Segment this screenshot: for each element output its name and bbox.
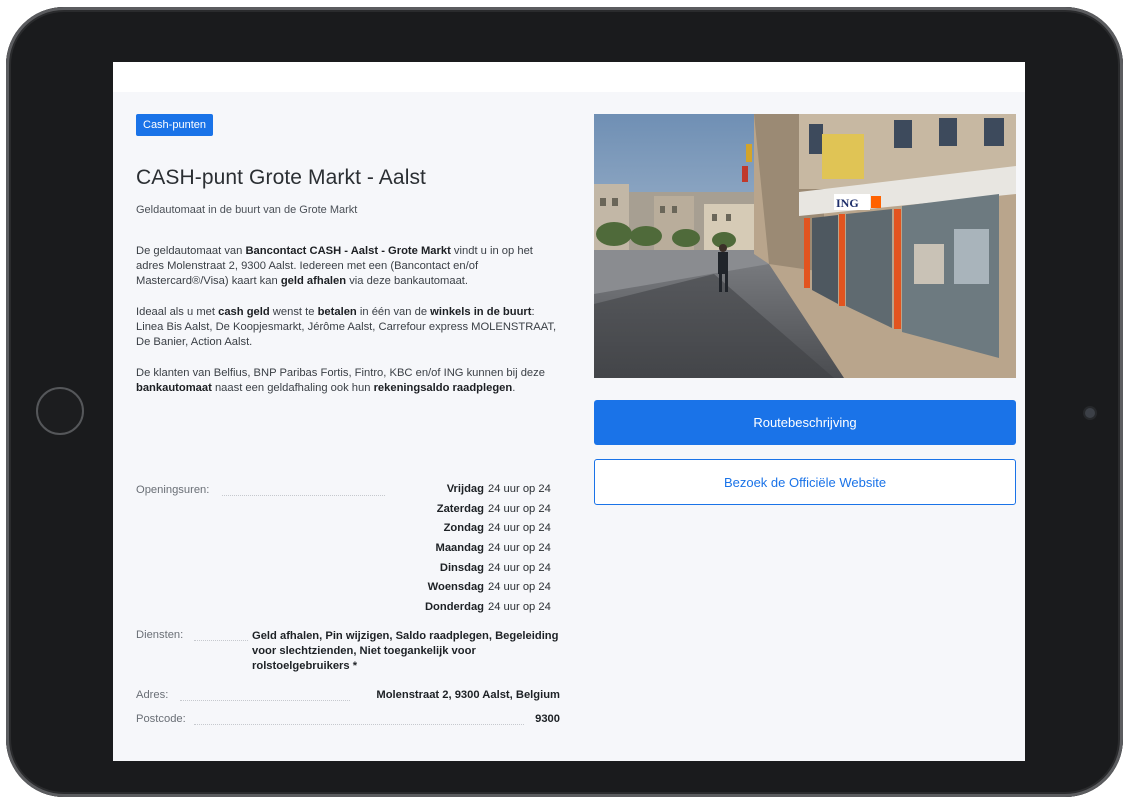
opening-hours-label: Openingsuren: bbox=[136, 484, 210, 496]
hours-line: Woensdag 24 uur op 24 bbox=[390, 578, 560, 598]
address-label: Adres: bbox=[136, 689, 169, 701]
hours-line: Vrijdag 24 uur op 24 bbox=[390, 480, 560, 500]
screen: Cash-punten CASH-punt Grote Markt - Aals… bbox=[113, 62, 1025, 761]
address-value: Molenstraat 2, 9300 Aalst, Belgium bbox=[376, 689, 560, 701]
text: De klanten van Belfius, BNP Paribas Fort… bbox=[136, 367, 545, 379]
bold-text: betalen bbox=[317, 306, 357, 318]
day-label: Maandag bbox=[435, 542, 485, 555]
text: via deze bankautomaat. bbox=[346, 275, 469, 287]
hours-value: 24 uur op 24 bbox=[488, 581, 551, 594]
page-subtitle: Geldautomaat in de buurt van de Grote Ma… bbox=[136, 204, 358, 216]
text: wenst te bbox=[269, 306, 318, 318]
hours-value: 24 uur op 24 bbox=[488, 542, 551, 555]
description-paragraph-3: De klanten van Belfius, BNP Paribas Fort… bbox=[136, 366, 560, 396]
hours-line: Dinsdag 24 uur op 24 bbox=[390, 559, 560, 579]
postcode-label: Postcode: bbox=[136, 713, 186, 725]
camera-dot bbox=[1085, 408, 1095, 418]
bold-text: rekeningsaldo raadplegen bbox=[373, 382, 513, 394]
services-value: Geld afhalen, Pin wijzigen, Saldo raadpl… bbox=[252, 630, 559, 672]
text: De geldautomaat van bbox=[136, 245, 246, 257]
leader-dots bbox=[180, 700, 350, 701]
media-column: ING Routebeschrijving Bezoek de Officiël… bbox=[594, 114, 1016, 505]
day-label: Zondag bbox=[443, 522, 484, 535]
leader-dots bbox=[222, 495, 385, 496]
hours-value: 24 uur op 24 bbox=[488, 502, 551, 515]
postcode-row: Postcode: 9300 bbox=[136, 713, 560, 735]
bold-text: winkels in de buurt bbox=[430, 306, 532, 318]
services-row: Diensten: Geld afhalen, Pin wijzigen, Sa… bbox=[136, 629, 560, 689]
info-table: Openingsuren: Vrijdag 24 uur op 24 Zaterd… bbox=[136, 480, 560, 735]
tablet-frame: Cash-punten CASH-punt Grote Markt - Aals… bbox=[6, 7, 1123, 797]
home-button[interactable] bbox=[36, 387, 84, 435]
hours-value: 24 uur op 24 bbox=[488, 561, 551, 574]
category-badge[interactable]: Cash-punten bbox=[136, 114, 213, 136]
description-paragraph-1: De geldautomaat van Bancontact CASH - Aa… bbox=[136, 244, 560, 289]
text: naast een geldafhaling ook hun bbox=[211, 382, 374, 394]
bold-text: cash geld bbox=[218, 306, 270, 318]
hours-line: Zondag 24 uur op 24 bbox=[390, 519, 560, 539]
street-scene-illustration: ING bbox=[594, 114, 1016, 378]
opening-hours-list: Vrijdag 24 uur op 24 Zaterdag 24 uur op 24… bbox=[390, 480, 560, 618]
leader-dots bbox=[194, 640, 248, 641]
content-column: Cash-punten CASH-punt Grote Markt - Aals… bbox=[136, 114, 560, 396]
hours-line: Maandag 24 uur op 24 bbox=[390, 539, 560, 559]
day-label: Donderdag bbox=[424, 601, 484, 614]
hours-value: 24 uur op 24 bbox=[488, 522, 551, 535]
hours-line: Zaterdag 24 uur op 24 bbox=[390, 500, 560, 520]
bank-sign-text: ING bbox=[836, 196, 859, 210]
page-title: CASH-punt Grote Markt - Aalst bbox=[136, 166, 426, 189]
address-row: Adres: Molenstraat 2, 9300 Aalst, Belgiu… bbox=[136, 689, 560, 711]
hours-value: 24 uur op 24 bbox=[488, 483, 551, 495]
day-label: Vrijdag bbox=[446, 483, 484, 495]
bold-text: Bancontact CASH - Aalst - Grote Markt bbox=[245, 245, 451, 257]
hours-line: Donderdag 24 uur op 24 bbox=[390, 598, 560, 618]
text: . bbox=[512, 382, 516, 394]
services-label: Diensten: bbox=[136, 629, 184, 641]
website-button[interactable]: Bezoek de Officiële Website bbox=[594, 459, 1016, 505]
text: Ideaal als u met bbox=[136, 306, 219, 318]
bold-text: geld afhalen bbox=[280, 275, 347, 287]
screen-top-bar bbox=[113, 62, 1025, 92]
bold-text: bankautomaat bbox=[136, 382, 212, 394]
day-label: Zaterdag bbox=[436, 502, 484, 515]
day-label: Dinsdag bbox=[439, 561, 484, 574]
hours-value: 24 uur op 24 bbox=[488, 601, 551, 614]
text: in één van de bbox=[356, 306, 431, 318]
description-paragraph-2: Ideaal als u met cash geld wenst te beta… bbox=[136, 305, 560, 350]
leader-dots bbox=[194, 724, 524, 725]
opening-hours-row: Openingsuren: Vrijdag 24 uur op 24 Zaterd… bbox=[136, 480, 560, 623]
street-view-photo: ING bbox=[594, 114, 1016, 378]
postcode-value: 9300 bbox=[535, 713, 560, 725]
route-button[interactable]: Routebeschrijving bbox=[594, 400, 1016, 445]
day-label: Woensdag bbox=[427, 581, 484, 594]
